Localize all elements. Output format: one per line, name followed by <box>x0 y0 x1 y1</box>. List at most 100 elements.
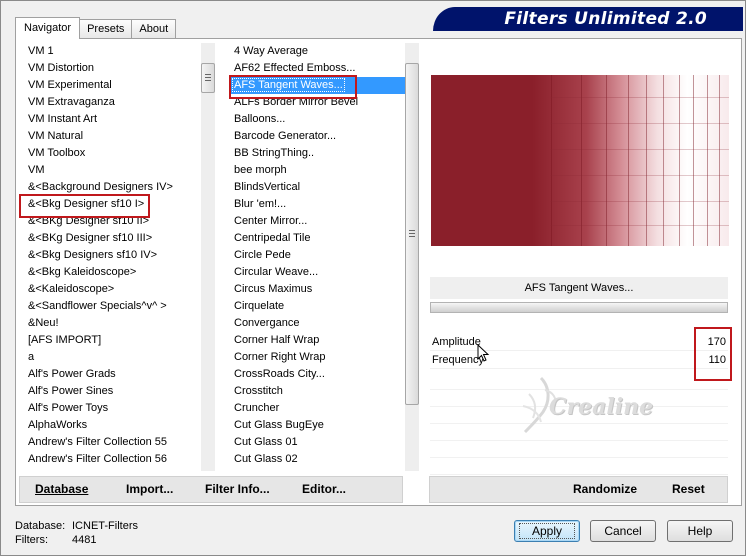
category-list-item[interactable]: Alf's Power Sines <box>24 383 202 400</box>
status-database: Database: ICNET-Filters <box>15 520 138 532</box>
category-list-item[interactable]: Andrew's Filter Collection 57 <box>24 468 202 471</box>
filter-list-item[interactable]: Centripedal Tile <box>229 230 405 247</box>
filter-list-item[interactable]: Circular Weave... <box>229 264 405 281</box>
cancel-button[interactable]: Cancel <box>590 520 656 542</box>
category-list-item[interactable]: VM Natural <box>24 128 202 145</box>
preview-tile-line <box>550 123 729 124</box>
category-list-item[interactable]: VM <box>24 162 202 179</box>
category-list-item[interactable]: Alf's Power Toys <box>24 400 202 417</box>
filter-list-item-label: Crosstitch <box>234 385 283 397</box>
parameter-list: Amplitude 170 Frequency 110 <box>430 333 728 369</box>
tab-bar: Navigator Presets About <box>15 17 177 39</box>
filter-list-item[interactable]: Cut Glass 02 <box>229 451 405 468</box>
category-list-item[interactable]: &<BKg Designer sf10 III> <box>24 230 202 247</box>
preview-tile-line <box>550 225 729 226</box>
reset-button[interactable]: Reset <box>672 477 705 502</box>
category-list-item[interactable]: VM Experimental <box>24 77 202 94</box>
filter-list-item[interactable]: Cut Glass 01 <box>229 434 405 451</box>
filter-list-item-label: Balloons... <box>234 113 286 125</box>
filter-list-item[interactable]: Blur 'em!... <box>229 196 405 213</box>
category-list-item-label: AlphaWorks <box>28 419 88 431</box>
category-list-item[interactable]: Andrew's Filter Collection 56 <box>24 451 202 468</box>
help-button[interactable]: Help <box>667 520 733 542</box>
category-list-item[interactable]: Alf's Power Grads <box>24 366 202 383</box>
param-frequency[interactable]: Frequency 110 <box>430 351 728 369</box>
filter-list-item[interactable]: Cut Glass 03 <box>229 468 405 471</box>
filter-list[interactable]: 4 Way Average AF62 Effected Emboss... AFS … <box>229 43 405 471</box>
filter-list-item[interactable]: Corner Half Wrap <box>229 332 405 349</box>
category-scroll-thumb[interactable] <box>201 63 215 93</box>
left-toolbar: Database Import... Filter Info... Editor… <box>19 476 403 503</box>
filter-list-item-label: BlindsVertical <box>234 181 301 193</box>
status-filters-value: 4481 <box>72 534 97 546</box>
category-list-item[interactable]: VM 1 <box>24 43 202 60</box>
category-list-item[interactable]: VM Instant Art <box>24 111 202 128</box>
status-filters-label: Filters: <box>15 534 48 546</box>
filter-list-item[interactable]: Corner Right Wrap <box>229 349 405 366</box>
filter-list-item-label: Convergance <box>234 317 300 329</box>
category-list-item-label: VM Extravaganza <box>28 96 115 108</box>
filter-list-item[interactable]: BlindsVertical <box>229 179 405 196</box>
preview-tile-line <box>679 75 680 246</box>
preview-tile-line <box>550 201 729 202</box>
category-list-item-label: VM Distortion <box>28 62 95 74</box>
category-list-item[interactable]: &Neu! <box>24 315 202 332</box>
filter-list-item[interactable]: Barcode Generator... <box>229 128 405 145</box>
category-list-item[interactable]: &<Sandflower Specials^v^ > <box>24 298 202 315</box>
filter-list-item[interactable]: Convergance <box>229 315 405 332</box>
filter-list-item[interactable]: Cruncher <box>229 400 405 417</box>
preview-image <box>431 75 729 246</box>
preview-filter-name: AFS Tangent Waves... <box>430 277 728 299</box>
filter-info-button[interactable]: Filter Info... <box>205 477 270 502</box>
param-amplitude[interactable]: Amplitude 170 <box>430 333 728 351</box>
filter-list-item[interactable]: Center Mirror... <box>229 213 405 230</box>
apply-button[interactable]: Apply <box>514 520 580 542</box>
category-list-item-label: Alf's Power Grads <box>28 368 116 380</box>
category-list-item[interactable]: VM Distortion <box>24 60 202 77</box>
category-list-item[interactable]: VM Extravaganza <box>24 94 202 111</box>
category-list-item-label: &<BKg Designer sf10 III> <box>28 232 153 244</box>
category-list-item[interactable]: AlphaWorks <box>24 417 202 434</box>
filter-scrollbar[interactable] <box>405 43 419 471</box>
category-list-item[interactable]: Andrew's Filter Collection 55 <box>24 434 202 451</box>
filter-list-item-label: Centripedal Tile <box>234 232 311 244</box>
filter-list-item[interactable]: Cut Glass BugEye <box>229 417 405 434</box>
tab-navigator[interactable]: Navigator <box>15 17 81 39</box>
category-list-item-label: VM Natural <box>28 130 84 142</box>
category-scrollbar[interactable] <box>201 43 215 471</box>
tab-about[interactable]: About <box>131 19 177 39</box>
category-list-item[interactable]: VM Toolbox <box>24 145 202 162</box>
category-list-item[interactable]: &<Bkg Kaleidoscope> <box>24 264 202 281</box>
filter-list-item[interactable]: bee morph <box>229 162 405 179</box>
filter-list-item[interactable]: Balloons... <box>229 111 405 128</box>
preview-tile-line <box>663 75 664 246</box>
category-list-item[interactable]: &<Bkg Designers sf10 IV> <box>24 247 202 264</box>
filter-list-item[interactable]: BB StringThing.. <box>229 145 405 162</box>
filter-list-item-label: Corner Right Wrap <box>234 351 326 363</box>
filter-list-item[interactable]: 4 Way Average <box>229 43 405 60</box>
category-list-item[interactable]: a <box>24 349 202 366</box>
randomize-button[interactable]: Randomize <box>573 477 637 502</box>
filter-list-item[interactable]: Cirquelate <box>229 298 405 315</box>
import-button[interactable]: Import... <box>126 477 173 502</box>
param-slot-divider <box>430 474 728 475</box>
filter-list-item[interactable]: Circus Maximus <box>229 281 405 298</box>
filter-list-item[interactable]: Circle Pede <box>229 247 405 264</box>
category-list-item-label: Andrew's Filter Collection 55 <box>28 436 168 448</box>
category-list-item-label: Andrew's Filter Collection 57 <box>28 470 167 471</box>
tab-presets[interactable]: Presets <box>79 19 133 39</box>
filter-list-item-label: Barcode Generator... <box>234 130 337 142</box>
filter-scroll-thumb[interactable] <box>405 63 419 405</box>
database-button[interactable]: Database <box>35 477 88 502</box>
preview-tile-line <box>551 75 552 246</box>
category-list-item[interactable]: [AFS IMPORT] <box>24 332 202 349</box>
filter-list-item[interactable]: Crosstitch <box>229 383 405 400</box>
category-list-item[interactable]: &<Kaleidoscope> <box>24 281 202 298</box>
editor-button[interactable]: Editor... <box>302 477 346 502</box>
filter-list-item[interactable]: CrossRoads City... <box>229 366 405 383</box>
status-filters: Filters: 4481 <box>15 534 96 546</box>
filter-list-item-label: Circle Pede <box>234 249 291 261</box>
navigator-panel: VM 1 VM Distortion VM Experimental VM Extra… <box>15 38 742 506</box>
param-amplitude-label: Amplitude <box>432 336 481 348</box>
category-list[interactable]: VM 1 VM Distortion VM Experimental VM Extra… <box>24 43 202 471</box>
